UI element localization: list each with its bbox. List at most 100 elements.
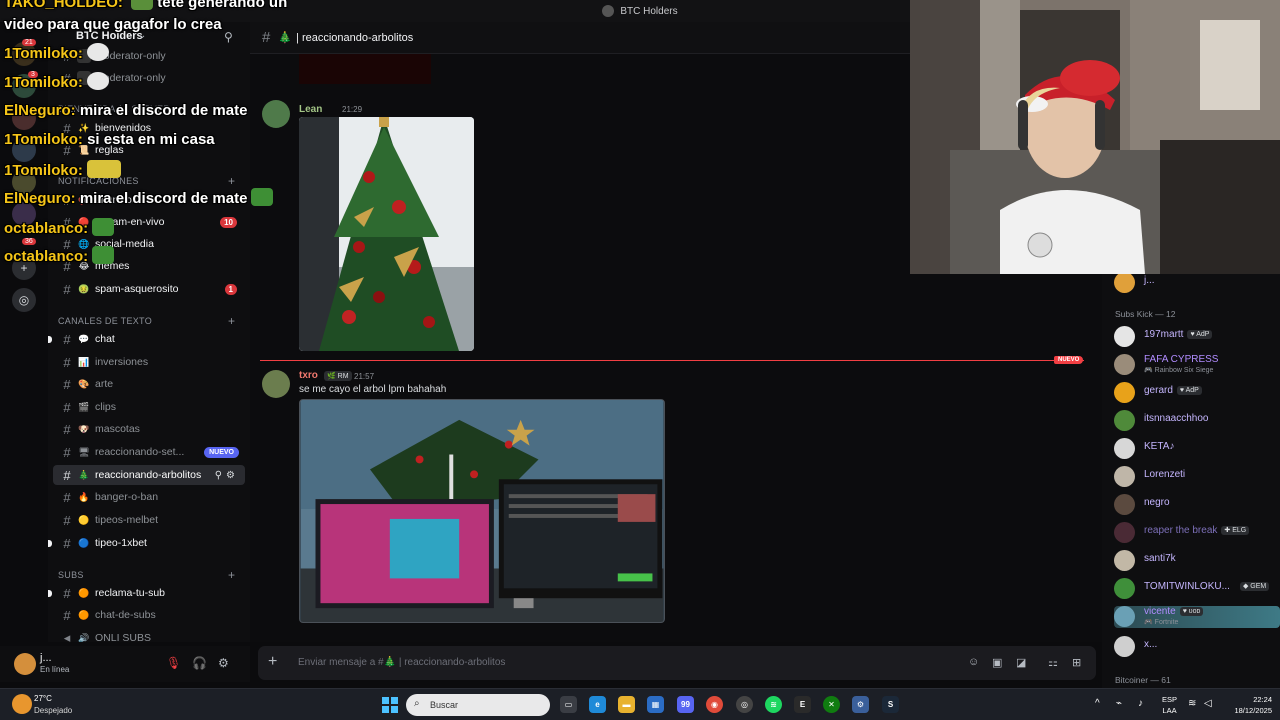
discord-icon[interactable]: 99 <box>677 696 694 713</box>
add-server-icon[interactable]: + <box>12 256 36 280</box>
windows-start-icon[interactable] <box>382 697 398 713</box>
hash-icon: # <box>63 70 71 86</box>
category-subs[interactable]: SUBS <box>58 570 84 580</box>
member-item[interactable]: FAFA CYPRESS 🎮 Rainbow Six Siege <box>1114 354 1278 376</box>
channel-reglas[interactable]: # 📜 reglas <box>53 140 245 160</box>
channel-arte[interactable]: # 🎨 arte <box>53 374 245 394</box>
message-author[interactable]: Lean <box>299 104 322 115</box>
network-icon[interactable]: ⌁ <box>1116 698 1122 709</box>
obs-icon[interactable]: ◎ <box>736 696 753 713</box>
weather-icon[interactable] <box>12 694 32 714</box>
server-icon-5[interactable] <box>12 170 36 194</box>
taskbar-search[interactable]: ⌕ Buscar <box>406 694 550 716</box>
explore-icon[interactable]: ◎ <box>12 288 36 312</box>
member-item[interactable]: x... <box>1114 636 1278 658</box>
channel-clips[interactable]: # 🎬 clips <box>53 397 245 417</box>
channel-tipeos-melbet[interactable]: # 🟡 tipeos-melbet <box>53 510 245 530</box>
invite-people-icon[interactable]: ⚲ <box>224 30 233 44</box>
channel-stream-en-vivo[interactable]: # 🔴 stream-en-vivo 10 <box>53 212 245 232</box>
channel-anuncios[interactable]: # 📢 anuncios <box>53 190 245 210</box>
member-item[interactable]: Lorenzeti <box>1114 466 1278 488</box>
gear-icon[interactable]: ⚙ <box>226 470 239 481</box>
weather-temperature[interactable]: 27°C <box>34 694 52 703</box>
previous-image-attachment[interactable] <box>299 54 431 84</box>
xbox-icon[interactable]: ✕ <box>823 696 840 713</box>
server-icon-6[interactable] <box>12 202 36 226</box>
channel-tipeo-1xbet[interactable]: # 🔵 tipeo-1xbet <box>53 533 245 553</box>
member-item[interactable]: itsnnaacchhoo <box>1114 410 1278 432</box>
fallen-tree-image[interactable] <box>299 399 665 623</box>
add-channel-icon[interactable]: + <box>228 568 235 582</box>
gift-icon[interactable]: ⊞ <box>1072 656 1081 669</box>
channel-mascotas[interactable]: # 🐶 mascotas <box>53 419 245 439</box>
gear-icon[interactable]: ⚙ <box>218 656 229 670</box>
user-name[interactable]: j... <box>40 652 52 664</box>
avatar[interactable] <box>262 370 290 398</box>
chevron-up-icon[interactable]: ^ <box>1095 698 1100 709</box>
apps-icon[interactable]: ⚏ <box>1048 656 1058 669</box>
spotify-icon[interactable]: ≋ <box>765 696 782 713</box>
member-item[interactable]: reaper the break ✚ ELG <box>1114 522 1278 544</box>
mute-icon[interactable]: 🎙 <box>166 656 181 670</box>
channel-inversiones[interactable]: # 📊 inversiones <box>53 352 245 372</box>
category-notificaciones[interactable]: NOTIFICACIONES <box>58 176 139 186</box>
add-channel-icon[interactable]: + <box>228 314 235 328</box>
channel-bienvenidos[interactable]: # ✨ bienvenidos <box>53 118 245 138</box>
headphones-icon[interactable]: 🎧 <box>192 656 207 670</box>
microphone-icon[interactable]: ♪ <box>1138 698 1143 709</box>
add-channel-icon[interactable]: + <box>228 174 235 188</box>
message-author[interactable]: txro <box>299 370 318 381</box>
weather-condition[interactable]: Despejado <box>34 706 72 715</box>
invite-icon[interactable]: ⚲ <box>215 470 226 481</box>
member-item-highlighted[interactable]: vicente ♥ ᴜᴏᴅ 🎮 Fortnite <box>1114 606 1280 628</box>
channel-social-media[interactable]: # 🌐 social-media <box>53 234 245 254</box>
epic-games-icon[interactable]: E <box>794 696 811 713</box>
language-indicator[interactable]: ESP LAA <box>1162 694 1177 716</box>
message-input[interactable]: + Enviar mensaje a #🎄 | reaccionando-arb… <box>258 646 1096 680</box>
member-item[interactable]: gerard ♥ AdP <box>1114 382 1278 404</box>
member-item[interactable]: TOMITWINLOKU... ◆ GEM <box>1114 578 1278 600</box>
task-view-icon[interactable]: ▭ <box>560 696 577 713</box>
avatar[interactable] <box>262 100 290 128</box>
emoji-icon[interactable]: ☺ <box>968 656 979 668</box>
settings-icon[interactable]: ⚙ <box>852 696 869 713</box>
category-canales-texto[interactable]: CANALES DE TEXTO <box>58 316 152 326</box>
channel-reaccionando-arbolitos[interactable]: # 🎄 reaccionando-arbolitos ⚲⚙ <box>53 465 245 485</box>
folder-icon[interactable]: ▬ <box>618 696 635 713</box>
chevron-down-icon[interactable]: ⌄ <box>138 30 146 41</box>
avatar <box>1114 354 1135 375</box>
member-category: Bitcoiner — 61 <box>1115 675 1171 685</box>
channel-chat[interactable]: # 💬 chat <box>53 329 245 349</box>
channel-banger-o-ban[interactable]: # 🔥 banger-o-ban <box>53 487 245 507</box>
member-item[interactable]: 197martt ♥ AdP <box>1114 326 1278 348</box>
chrome-icon[interactable]: ◉ <box>706 696 723 713</box>
member-item[interactable]: santi7k <box>1114 550 1278 572</box>
member-item[interactable]: j... <box>1114 274 1278 294</box>
category-bienvenida[interactable]: BIENVENIDA AL SERVER <box>58 104 170 114</box>
channel-moderator-only[interactable]: # moderator-only <box>53 46 245 66</box>
steam-icon[interactable]: S <box>882 696 899 713</box>
server-icon-3[interactable] <box>12 106 36 130</box>
channel-onli-subs[interactable]: ◂ 🔊 ONLI SUBS <box>53 628 245 642</box>
channel-moderator-only-2[interactable]: # moderator-only <box>53 68 245 88</box>
member-item[interactable]: KETA♪ <box>1114 438 1278 460</box>
wifi-icon[interactable]: ≋ <box>1188 698 1196 709</box>
sticker-icon[interactable]: ◪ <box>1016 656 1026 669</box>
edge-icon[interactable]: e <box>589 696 606 713</box>
avatar[interactable] <box>14 653 36 675</box>
add-attachment-icon[interactable]: + <box>268 653 277 671</box>
channel-reclama-tu-sub[interactable]: # 🟠 reclama-tu-sub <box>53 583 245 603</box>
channel-chat-de-subs[interactable]: # 🟠 chat-de-subs <box>53 605 245 625</box>
unread-indicator <box>48 590 52 597</box>
member-item[interactable]: negro <box>1114 494 1278 516</box>
server-name[interactable]: BTC Holders <box>76 30 143 42</box>
channel-reaccionando-setups[interactable]: # 🖥 reaccionando-set... NUEVO <box>53 442 245 462</box>
store-icon[interactable]: ▦ <box>647 696 664 713</box>
clock[interactable]: 22:24 18/12/2025 <box>1226 694 1272 716</box>
christmas-tree-image[interactable] <box>299 117 474 351</box>
gif-icon[interactable]: ▣ <box>992 656 1002 669</box>
channel-memes[interactable]: # 😂 memes <box>53 256 245 276</box>
server-icon-4[interactable] <box>12 138 36 162</box>
channel-spam-asquerosito[interactable]: # 🤢 spam-asquerosito 1 <box>53 279 245 299</box>
volume-icon[interactable]: ◁ <box>1204 698 1212 709</box>
